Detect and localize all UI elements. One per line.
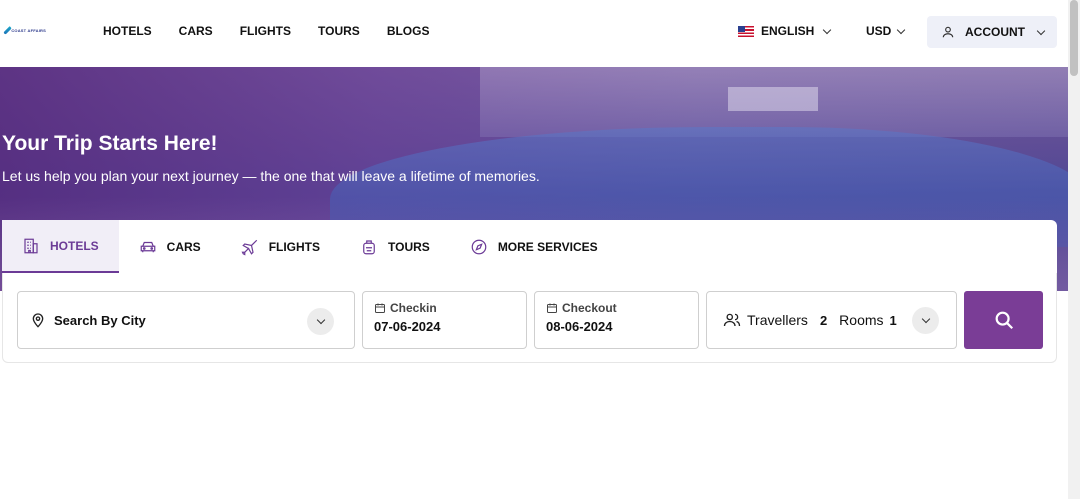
language-selector[interactable]: ENGLISH (738, 24, 832, 38)
plane-icon (241, 239, 257, 255)
travellers-count: 2 (819, 312, 828, 328)
nav-tours[interactable]: TOURS (318, 24, 360, 38)
calendar-icon (547, 303, 557, 313)
location-pin-icon (32, 313, 44, 328)
tab-cars[interactable]: CARS (119, 220, 221, 273)
bag-icon (363, 239, 375, 254)
tab-label: CARS (166, 239, 201, 254)
service-tabs: HOTELS CARS FLIGHTS TOURS MORE SERVICES (2, 220, 1057, 273)
tab-label: TOURS (388, 239, 430, 254)
travellers-label: Travellers (747, 312, 808, 328)
city-placeholder: Search By City (54, 312, 146, 328)
page-scrollbar[interactable] (1068, 0, 1080, 499)
nav-blogs[interactable]: BLOGS (387, 24, 430, 38)
chevron-down-icon (1036, 26, 1046, 35)
nav-flights[interactable]: FLIGHTS (240, 24, 291, 38)
checkout-label: Checkout (562, 301, 617, 315)
logo-text: COAST AFFAIRS (11, 27, 46, 33)
car-icon (140, 241, 156, 252)
calendar-icon (375, 303, 385, 313)
currency-selector[interactable]: USD (866, 24, 906, 38)
chevron-down-icon (823, 25, 832, 34)
top-header: COAST AFFAIRS HOTELS CARS FLIGHTS TOURS … (0, 0, 1068, 67)
checkout-field[interactable]: Checkout 08-06-2024 (534, 291, 699, 349)
rooms-label: Rooms (839, 312, 884, 328)
checkin-label: Checkin (390, 301, 437, 315)
city-search-field[interactable]: Search By City (17, 291, 355, 349)
checkout-label-row: Checkout (546, 301, 698, 315)
city-dropdown-button[interactable] (307, 308, 334, 335)
hero-building (728, 87, 818, 111)
currency-label: USD (866, 24, 892, 38)
hero-title: Your Trip Starts Here! (2, 132, 218, 155)
rooms-count: 1 (889, 312, 897, 328)
users-icon (723, 313, 741, 327)
checkin-field[interactable]: Checkin 07-06-2024 (362, 291, 527, 349)
tab-tours[interactable]: TOURS (340, 220, 450, 273)
tab-label: FLIGHTS (268, 239, 321, 254)
nav-hotels[interactable]: HOTELS (103, 24, 152, 38)
language-label: ENGLISH (761, 24, 815, 38)
chevron-down-icon (316, 315, 325, 325)
nav-cars[interactable]: CARS (179, 24, 213, 38)
main-nav: HOTELS CARS FLIGHTS TOURS BLOGS (103, 24, 456, 38)
site-logo[interactable]: COAST AFFAIRS (3, 22, 46, 38)
chevron-down-icon (921, 314, 930, 324)
checkin-value: 07-06-2024 (374, 319, 441, 334)
tab-hotels[interactable]: HOTELS (2, 220, 119, 273)
user-icon (942, 26, 954, 38)
tab-flights[interactable]: FLIGHTS (221, 220, 340, 273)
chevron-down-icon (897, 25, 906, 34)
search-icon (995, 311, 1013, 330)
checkout-value: 08-06-2024 (546, 319, 613, 334)
scrollbar-thumb[interactable] (1070, 0, 1078, 76)
search-panel: Search By City Checkin 07-06-2024 Checko… (2, 273, 1057, 363)
account-button[interactable]: ACCOUNT (927, 16, 1057, 48)
tab-more-services[interactable]: MORE SERVICES (450, 220, 618, 273)
travellers-dropdown-button[interactable] (912, 307, 939, 334)
hotel-icon (24, 238, 38, 253)
compass-icon (471, 239, 487, 254)
page: COAST AFFAIRS HOTELS CARS FLIGHTS TOURS … (0, 0, 1080, 499)
tab-label: HOTELS (50, 238, 99, 253)
search-button[interactable] (964, 291, 1043, 349)
us-flag-icon (738, 25, 754, 37)
hero-subtitle: Let us help you plan your next journey —… (2, 168, 540, 184)
account-label: ACCOUNT (965, 25, 1025, 39)
travellers-rooms-field[interactable]: Travellers 2 Rooms 1 (706, 291, 957, 349)
tab-label: MORE SERVICES (497, 239, 598, 254)
checkin-label-row: Checkin (374, 301, 526, 315)
